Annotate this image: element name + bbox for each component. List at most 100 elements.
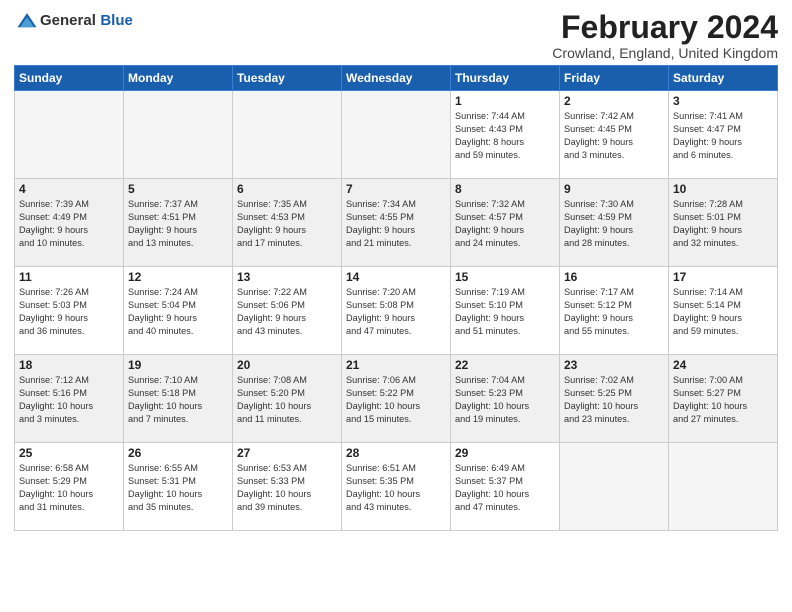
- header-day-tuesday: Tuesday: [233, 66, 342, 91]
- day-info: Sunrise: 6:53 AM Sunset: 5:33 PM Dayligh…: [237, 462, 337, 514]
- calendar-week-1: 1Sunrise: 7:44 AM Sunset: 4:43 PM Daylig…: [15, 91, 778, 179]
- day-info: Sunrise: 7:39 AM Sunset: 4:49 PM Dayligh…: [19, 198, 119, 250]
- day-info: Sunrise: 7:02 AM Sunset: 5:25 PM Dayligh…: [564, 374, 664, 426]
- calendar-week-5: 25 Sunrise: 6:58 AM Sunset: 5:29 PM Dayli…: [15, 443, 778, 531]
- logo: General Blue: [14, 10, 133, 32]
- calendar-cell: [15, 91, 124, 179]
- calendar-cell: 4 Sunrise: 7:39 AM Sunset: 4:49 PM Daylig…: [15, 179, 124, 267]
- logo-text-general: General: [40, 12, 96, 29]
- calendar-cell: [124, 91, 233, 179]
- calendar-cell: 29 Sunrise: 6:49 AM Sunset: 5:37 PM Dayli…: [451, 443, 560, 531]
- header-day-thursday: Thursday: [451, 66, 560, 91]
- day-number: 18: [19, 358, 119, 372]
- calendar-cell: 17 Sunrise: 7:14 AM Sunset: 5:14 PM Dayli…: [669, 267, 778, 355]
- day-number: 9: [564, 182, 664, 196]
- calendar-cell: 27Sunrise: 6:53 AM Sunset: 5:33 PM Dayli…: [233, 443, 342, 531]
- day-number: 17: [673, 270, 773, 284]
- day-number: 20: [237, 358, 337, 372]
- page-container: General Blue February 2024 Crowland, Eng…: [0, 0, 792, 537]
- day-info: Sunrise: 7:30 AM Sunset: 4:59 PM Dayligh…: [564, 198, 664, 250]
- calendar-cell: 19 Sunrise: 7:10 AM Sunset: 5:18 PM Dayli…: [124, 355, 233, 443]
- calendar-cell: 24Sunrise: 7:00 AM Sunset: 5:27 PM Dayli…: [669, 355, 778, 443]
- calendar-cell: 3 Sunrise: 7:41 AM Sunset: 4:47 PM Daylig…: [669, 91, 778, 179]
- day-number: 29: [455, 446, 555, 460]
- calendar-cell: [560, 443, 669, 531]
- day-info: Sunrise: 6:55 AM Sunset: 5:31 PM Dayligh…: [128, 462, 228, 514]
- day-info: Sunrise: 7:37 AM Sunset: 4:51 PM Dayligh…: [128, 198, 228, 250]
- day-number: 11: [19, 270, 119, 284]
- calendar-cell: 21 Sunrise: 7:06 AM Sunset: 5:22 PM Dayli…: [342, 355, 451, 443]
- header-day-sunday: Sunday: [15, 66, 124, 91]
- calendar-cell: 22 Sunrise: 7:04 AM Sunset: 5:23 PM Dayli…: [451, 355, 560, 443]
- day-info: Sunrise: 7:24 AM Sunset: 5:04 PM Dayligh…: [128, 286, 228, 338]
- day-info: Sunrise: 6:51 AM Sunset: 5:35 PM Dayligh…: [346, 462, 446, 514]
- day-number: 22: [455, 358, 555, 372]
- day-info: Sunrise: 6:58 AM Sunset: 5:29 PM Dayligh…: [19, 462, 119, 514]
- calendar-cell: 11Sunrise: 7:26 AM Sunset: 5:03 PM Dayli…: [15, 267, 124, 355]
- day-info: Sunrise: 7:10 AM Sunset: 5:18 PM Dayligh…: [128, 374, 228, 426]
- calendar-cell: 26 Sunrise: 6:55 AM Sunset: 5:31 PM Dayli…: [124, 443, 233, 531]
- header: General Blue February 2024 Crowland, Eng…: [14, 10, 778, 61]
- calendar-cell: 7Sunrise: 7:34 AM Sunset: 4:55 PM Daylig…: [342, 179, 451, 267]
- calendar-cell: 9 Sunrise: 7:30 AM Sunset: 4:59 PM Daylig…: [560, 179, 669, 267]
- location: Crowland, England, United Kingdom: [552, 45, 778, 61]
- day-number: 28: [346, 446, 446, 460]
- title-block: February 2024 Crowland, England, United …: [552, 10, 778, 61]
- day-number: 24: [673, 358, 773, 372]
- day-info: Sunrise: 7:34 AM Sunset: 4:55 PM Dayligh…: [346, 198, 446, 250]
- day-info: Sunrise: 7:20 AM Sunset: 5:08 PM Dayligh…: [346, 286, 446, 338]
- day-info: Sunrise: 6:49 AM Sunset: 5:37 PM Dayligh…: [455, 462, 555, 514]
- day-number: 26: [128, 446, 228, 460]
- calendar-cell: 10 Sunrise: 7:28 AM Sunset: 5:01 PM Dayli…: [669, 179, 778, 267]
- calendar-cell: 13 Sunrise: 7:22 AM Sunset: 5:06 PM Dayli…: [233, 267, 342, 355]
- day-info: Sunrise: 7:22 AM Sunset: 5:06 PM Dayligh…: [237, 286, 337, 338]
- day-number: 5: [128, 182, 228, 196]
- header-day-monday: Monday: [124, 66, 233, 91]
- calendar-cell: 23Sunrise: 7:02 AM Sunset: 5:25 PM Dayli…: [560, 355, 669, 443]
- day-info: Sunrise: 7:12 AM Sunset: 5:16 PM Dayligh…: [19, 374, 119, 426]
- calendar-cell: 14 Sunrise: 7:20 AM Sunset: 5:08 PM Dayli…: [342, 267, 451, 355]
- day-number: 13: [237, 270, 337, 284]
- calendar-cell: 15Sunrise: 7:19 AM Sunset: 5:10 PM Dayli…: [451, 267, 560, 355]
- day-info: Sunrise: 7:32 AM Sunset: 4:57 PM Dayligh…: [455, 198, 555, 250]
- day-number: 14: [346, 270, 446, 284]
- calendar-cell: 28 Sunrise: 6:51 AM Sunset: 5:35 PM Dayli…: [342, 443, 451, 531]
- calendar-week-2: 4 Sunrise: 7:39 AM Sunset: 4:49 PM Daylig…: [15, 179, 778, 267]
- calendar-cell: 18 Sunrise: 7:12 AM Sunset: 5:16 PM Dayli…: [15, 355, 124, 443]
- calendar-cell: [342, 91, 451, 179]
- day-number: 25: [19, 446, 119, 460]
- day-info: Sunrise: 7:35 AM Sunset: 4:53 PM Dayligh…: [237, 198, 337, 250]
- calendar-week-4: 18 Sunrise: 7:12 AM Sunset: 5:16 PM Dayli…: [15, 355, 778, 443]
- day-info: Sunrise: 7:44 AM Sunset: 4:43 PM Dayligh…: [455, 110, 555, 162]
- day-info: Sunrise: 7:41 AM Sunset: 4:47 PM Dayligh…: [673, 110, 773, 162]
- day-info: Sunrise: 7:06 AM Sunset: 5:22 PM Dayligh…: [346, 374, 446, 426]
- day-info: Sunrise: 7:28 AM Sunset: 5:01 PM Dayligh…: [673, 198, 773, 250]
- day-info: Sunrise: 7:14 AM Sunset: 5:14 PM Dayligh…: [673, 286, 773, 338]
- day-number: 4: [19, 182, 119, 196]
- calendar-cell: 1Sunrise: 7:44 AM Sunset: 4:43 PM Daylig…: [451, 91, 560, 179]
- logo-icon: [16, 10, 38, 32]
- header-day-saturday: Saturday: [669, 66, 778, 91]
- day-number: 6: [237, 182, 337, 196]
- calendar-cell: 8 Sunrise: 7:32 AM Sunset: 4:57 PM Daylig…: [451, 179, 560, 267]
- day-number: 12: [128, 270, 228, 284]
- day-number: 3: [673, 94, 773, 108]
- calendar-cell: 12 Sunrise: 7:24 AM Sunset: 5:04 PM Dayli…: [124, 267, 233, 355]
- header-day-wednesday: Wednesday: [342, 66, 451, 91]
- header-day-friday: Friday: [560, 66, 669, 91]
- calendar-cell: 6 Sunrise: 7:35 AM Sunset: 4:53 PM Daylig…: [233, 179, 342, 267]
- calendar-cell: 25 Sunrise: 6:58 AM Sunset: 5:29 PM Dayli…: [15, 443, 124, 531]
- day-info: Sunrise: 7:42 AM Sunset: 4:45 PM Dayligh…: [564, 110, 664, 162]
- day-info: Sunrise: 7:04 AM Sunset: 5:23 PM Dayligh…: [455, 374, 555, 426]
- calendar-week-3: 11Sunrise: 7:26 AM Sunset: 5:03 PM Dayli…: [15, 267, 778, 355]
- day-number: 10: [673, 182, 773, 196]
- logo-text-blue: Blue: [100, 12, 133, 29]
- day-number: 21: [346, 358, 446, 372]
- day-number: 8: [455, 182, 555, 196]
- calendar-cell: 5 Sunrise: 7:37 AM Sunset: 4:51 PM Daylig…: [124, 179, 233, 267]
- day-number: 16: [564, 270, 664, 284]
- day-number: 19: [128, 358, 228, 372]
- calendar-cell: 2 Sunrise: 7:42 AM Sunset: 4:45 PM Daylig…: [560, 91, 669, 179]
- calendar-cell: 16Sunrise: 7:17 AM Sunset: 5:12 PM Dayli…: [560, 267, 669, 355]
- day-number: 2: [564, 94, 664, 108]
